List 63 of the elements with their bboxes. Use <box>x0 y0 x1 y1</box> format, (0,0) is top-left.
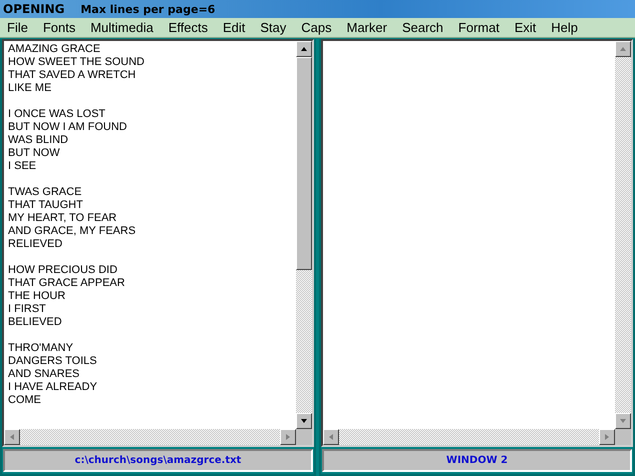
menu-item[interactable]: Search <box>402 20 444 35</box>
down-arrow-icon <box>619 418 627 424</box>
lyric-line: WAS BLIND <box>8 134 70 147</box>
lyric-line: THAT TAUGHT <box>8 199 84 212</box>
lyric-line: AND SNARES <box>8 368 81 381</box>
menu-item[interactable]: Stay <box>260 20 286 35</box>
lyric-line: THAT SAVED A WRETCH <box>8 69 137 82</box>
scroll-right-button[interactable] <box>280 429 296 445</box>
scrollbar-corner <box>296 429 312 445</box>
scroll-thumb[interactable] <box>296 57 312 270</box>
lyric-line: I ONCE WAS LOST <box>8 108 106 121</box>
status-field: WINDOW 2 <box>322 449 632 472</box>
status-field: c:\church\songs\amazgrce.txt <box>3 449 313 472</box>
horizontal-scrollbar[interactable] <box>4 429 296 445</box>
right-arrow-icon <box>604 433 610 441</box>
lyric-line: BUT NOW I AM FOUND <box>8 121 128 134</box>
left-arrow-icon <box>328 433 334 441</box>
scroll-up-button[interactable] <box>615 41 631 57</box>
lyric-line: RELIEVED <box>8 238 64 251</box>
scroll-down-button[interactable] <box>296 413 312 429</box>
menu-item[interactable]: Edit <box>222 20 246 35</box>
menu-item[interactable]: Marker <box>346 20 388 35</box>
scroll-left-button[interactable] <box>4 429 20 445</box>
menu-item[interactable]: Effects <box>168 20 208 35</box>
menu-item[interactable]: Caps <box>301 20 332 35</box>
lyric-line: DANGERS TOILS <box>8 355 98 368</box>
window-title: OPENING <box>3 2 65 16</box>
down-arrow-icon <box>300 418 308 424</box>
lyric-line: HOW SWEET THE SOUND <box>8 56 146 69</box>
menu-item[interactable]: Fonts <box>42 20 76 35</box>
vertical-scrollbar[interactable] <box>296 41 312 429</box>
scroll-up-button[interactable] <box>296 41 312 57</box>
scrollbar-corner <box>615 429 631 445</box>
lyric-line: I FIRST <box>8 303 47 316</box>
lyric-line: AMAZING GRACE <box>8 43 102 56</box>
lyric-line: THE HOUR <box>8 290 66 303</box>
lyric-line: I HAVE ALREADY <box>8 381 98 394</box>
lyric-line: MY HEART, TO FEAR <box>8 212 118 225</box>
menu-item[interactable]: Exit <box>514 20 536 35</box>
lyric-line: AND GRACE, MY FEARS <box>8 225 137 238</box>
lyric-line: BELIEVED <box>8 316 63 329</box>
page-info: Max lines per page=6 <box>80 2 216 16</box>
lyric-line: COME <box>8 394 42 407</box>
horizontal-scrollbar[interactable] <box>323 429 615 445</box>
scroll-down-button[interactable] <box>615 413 631 429</box>
vertical-scrollbar[interactable] <box>615 41 631 429</box>
lyric-line: LIKE ME <box>8 82 52 95</box>
lyric-line: BUT NOW <box>8 147 61 160</box>
scroll-right-button[interactable] <box>599 429 615 445</box>
menu-item[interactable]: Help <box>551 20 578 35</box>
left-arrow-icon <box>9 433 15 441</box>
menu-item[interactable]: File <box>7 20 28 35</box>
up-arrow-icon <box>300 46 308 52</box>
right-arrow-icon <box>285 433 291 441</box>
lyric-line: I SEE <box>8 160 38 173</box>
scroll-left-button[interactable] <box>323 429 339 445</box>
lyric-line: TWAS GRACE <box>8 186 83 199</box>
lyric-line: HOW PRECIOUS DID <box>8 264 118 277</box>
up-arrow-icon <box>619 46 627 52</box>
menu-item[interactable]: Multimedia <box>90 20 154 35</box>
menu-item[interactable]: Format <box>458 20 500 35</box>
lyric-line: THRO'MANY <box>8 342 74 355</box>
lyric-line: THAT GRACE APPEAR <box>8 277 126 290</box>
